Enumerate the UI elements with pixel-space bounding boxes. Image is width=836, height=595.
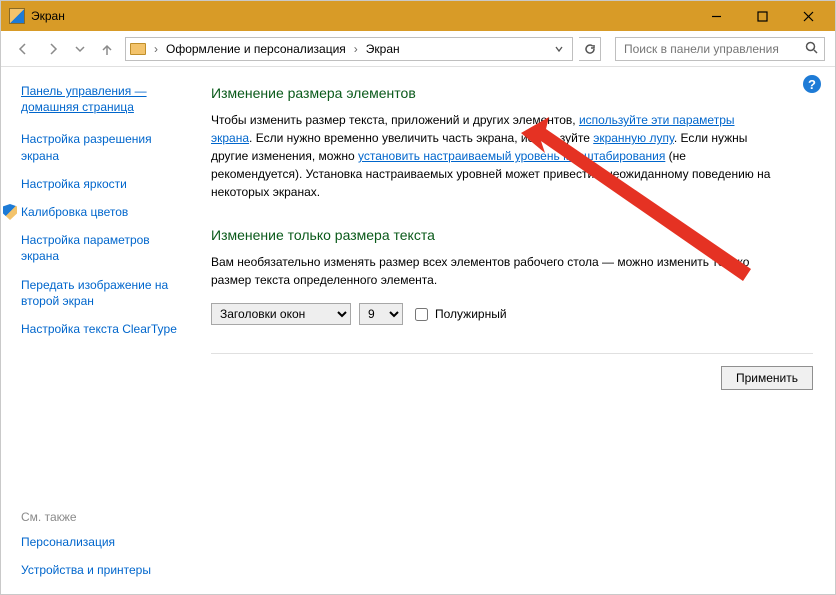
sidebar-link-display-settings[interactable]: Настройка параметров экрана: [21, 232, 189, 264]
search-icon: [805, 41, 818, 57]
history-dropdown[interactable]: [71, 37, 89, 61]
close-button[interactable]: [785, 1, 831, 31]
navigation-bar: › Оформление и персонализация › Экран: [1, 31, 835, 67]
text-size-controls: Заголовки окон 9 Полужирный: [211, 303, 813, 325]
search-box[interactable]: [615, 37, 825, 61]
address-dropdown[interactable]: [550, 44, 568, 54]
link-magnifier[interactable]: экранную лупу: [593, 131, 674, 145]
sidebar-link-resolution[interactable]: Настройка разрешения экрана: [21, 131, 189, 163]
back-button[interactable]: [11, 37, 35, 61]
refresh-button[interactable]: [579, 37, 601, 61]
address-bar[interactable]: › Оформление и персонализация › Экран: [125, 37, 573, 61]
maximize-button[interactable]: [739, 1, 785, 31]
sidebar-link-project[interactable]: Передать изображение на второй экран: [21, 277, 189, 309]
minimize-button[interactable]: [693, 1, 739, 31]
sidebar: Панель управления — домашняя страница На…: [1, 67, 201, 594]
control-panel-home-link[interactable]: Панель управления — домашняя страница: [21, 83, 189, 115]
see-also-personalization[interactable]: Персонализация: [21, 534, 189, 550]
breadcrumb-part[interactable]: Оформление и персонализация: [166, 42, 346, 56]
sidebar-link-brightness[interactable]: Настройка яркости: [21, 176, 189, 192]
titlebar: Экран: [1, 1, 835, 31]
sidebar-link-cleartype[interactable]: Настройка текста ClearType: [21, 321, 189, 337]
apply-button[interactable]: Применить: [721, 366, 813, 390]
main-content: ? Изменение размера элементов Чтобы изме…: [201, 67, 835, 594]
bold-label-text: Полужирный: [435, 307, 507, 321]
chevron-right-icon: ›: [350, 42, 362, 56]
divider: [211, 353, 813, 354]
see-also-devices[interactable]: Устройства и принтеры: [21, 562, 189, 578]
paragraph-text-size: Вам необязательно изменять размер всех э…: [211, 253, 771, 289]
heading-text-size: Изменение только размера текста: [211, 227, 813, 243]
sidebar-link-color-calibration[interactable]: Калибровка цветов: [21, 204, 128, 220]
search-input[interactable]: [622, 41, 805, 57]
display-icon: [9, 8, 25, 24]
control-panel-window: Экран › Оформление и персонализация: [0, 0, 836, 595]
breadcrumb-part[interactable]: Экран: [366, 42, 400, 56]
help-icon[interactable]: ?: [803, 75, 821, 93]
element-select[interactable]: Заголовки окон: [211, 303, 351, 325]
window-title: Экран: [31, 9, 65, 23]
heading-resize-elements: Изменение размера элементов: [211, 85, 813, 101]
bold-checkbox-label[interactable]: Полужирный: [411, 305, 507, 324]
link-custom-scaling[interactable]: установить настраиваемый уровень масштаб…: [358, 149, 665, 163]
see-also-heading: См. также: [21, 510, 189, 524]
up-button[interactable]: [95, 37, 119, 61]
bold-checkbox[interactable]: [415, 308, 428, 321]
shield-icon: [3, 204, 17, 220]
forward-button[interactable]: [41, 37, 65, 61]
font-size-select[interactable]: 9: [359, 303, 403, 325]
folder-icon: [130, 43, 146, 55]
chevron-right-icon: ›: [150, 42, 162, 56]
paragraph-resize-elements: Чтобы изменить размер текста, приложений…: [211, 111, 771, 201]
